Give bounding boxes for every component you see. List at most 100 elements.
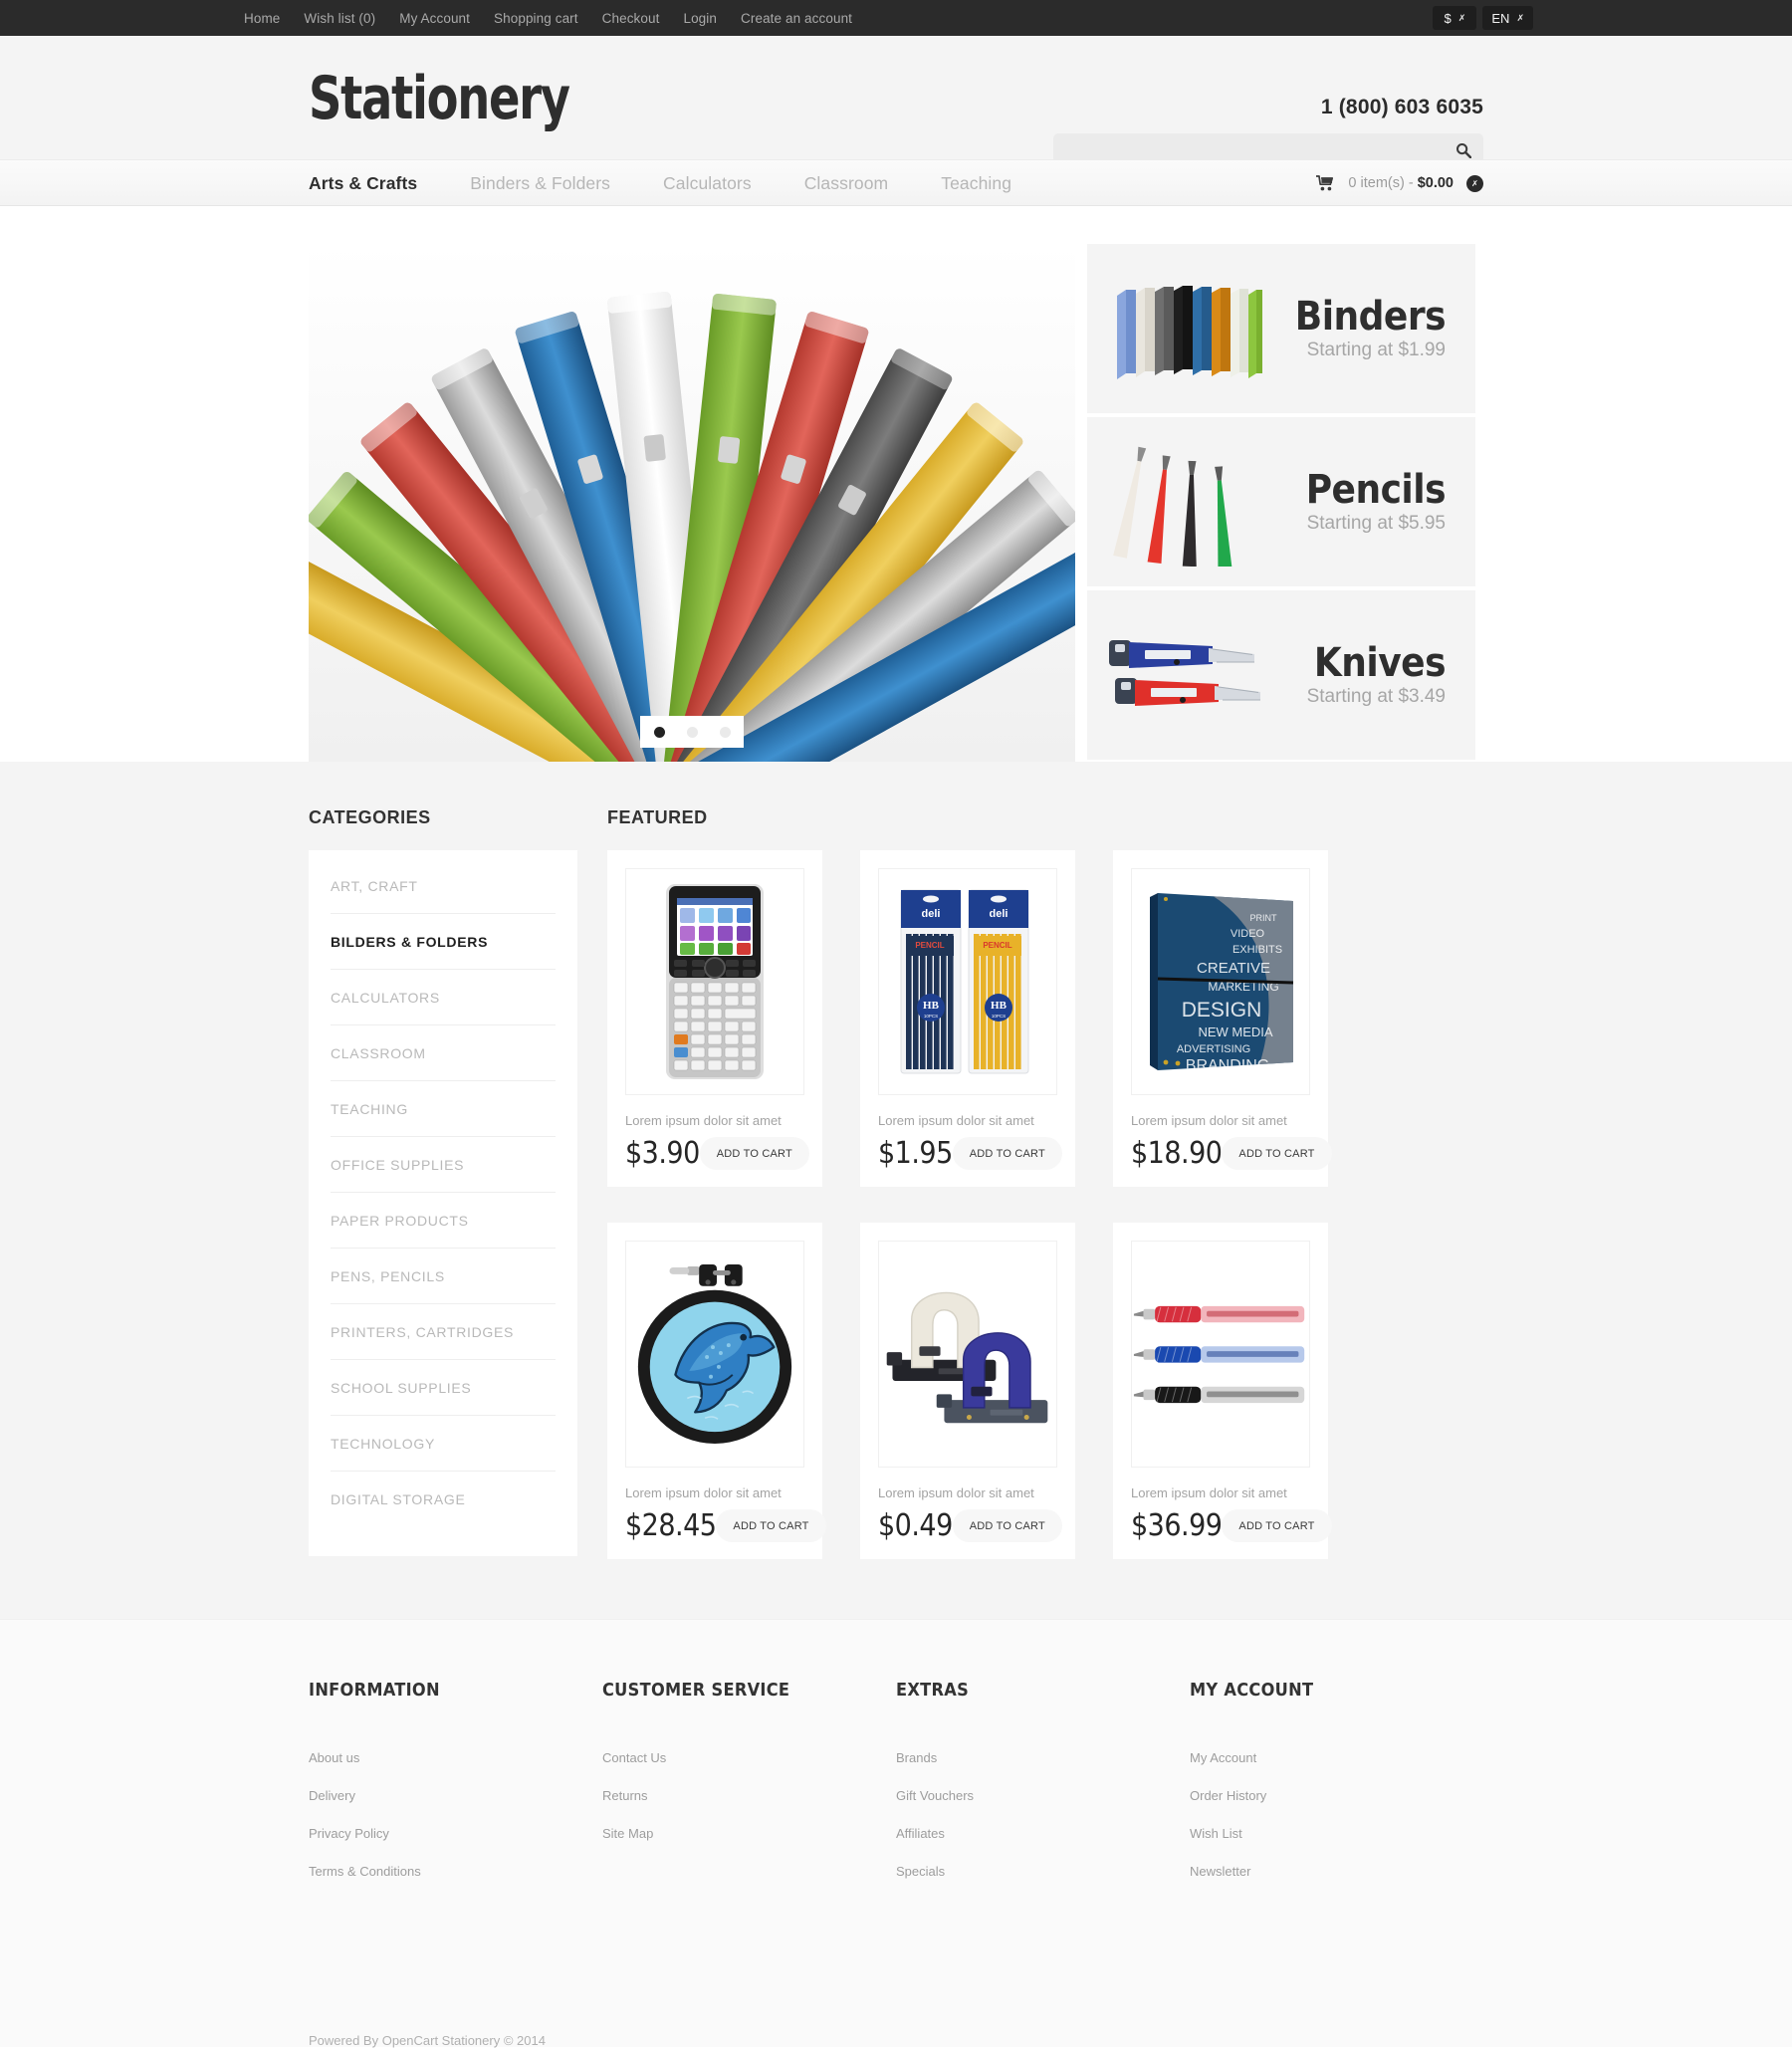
footer-link-gift-vouchers[interactable]: Gift Vouchers — [896, 1788, 1190, 1803]
product-price: $1.95 — [878, 1136, 953, 1171]
sidebar-item-office-supplies[interactable]: Office Supplies — [331, 1137, 556, 1193]
banner-subtitle: Starting at $3.49 — [1306, 686, 1446, 707]
slider-dot-3[interactable] — [719, 726, 731, 738]
banner-binders[interactable]: Binders Starting at $1.99 — [1087, 244, 1475, 413]
footer-link-contact-us[interactable]: Contact Us — [602, 1750, 896, 1765]
svg-text:DESIGN: DESIGN — [1182, 999, 1262, 1022]
product-card[interactable]: Lorem ipsum dolor sit amet $0.49 ADD TO … — [860, 1223, 1075, 1559]
product-price: $18.90 — [1131, 1136, 1223, 1171]
sidebar-item-calculators[interactable]: Calculators — [331, 970, 556, 1025]
nav-item-binders-folders[interactable]: Binders & Folders — [470, 173, 637, 194]
sidebar-item-technology[interactable]: Technology — [331, 1416, 556, 1472]
search-icon — [1456, 142, 1471, 158]
product-image: PRINT VIDEO EXHIBITS CREATIVE MARKETING … — [1131, 868, 1310, 1095]
footer-link-brands[interactable]: Brands — [896, 1750, 1190, 1765]
pencils-image — [1095, 437, 1279, 567]
footer-link-wish-list[interactable]: Wish List — [1190, 1826, 1483, 1841]
product-card[interactable]: PRINT VIDEO EXHIBITS CREATIVE MARKETING … — [1113, 850, 1332, 1187]
product-name: Lorem ipsum dolor sit amet — [625, 1485, 782, 1500]
topbar-link-my-account[interactable]: My Account — [399, 11, 470, 26]
site-header: Stationery 1 (800) 603 6035 — [0, 36, 1792, 166]
sidebar-title: Categories — [309, 807, 431, 827]
add-to-cart-button[interactable]: ADD TO CART — [699, 1137, 809, 1170]
footer-link-site-map[interactable]: Site Map — [602, 1826, 896, 1841]
topbar-link-checkout[interactable]: Checkout — [602, 11, 660, 26]
footer-link-order-history[interactable]: Order History — [1190, 1788, 1483, 1803]
banner-title: Knives — [1313, 640, 1447, 686]
nav-item-classroom[interactable]: Classroom — [804, 173, 916, 194]
sidebar-item-teaching[interactable]: Teaching — [331, 1081, 556, 1137]
add-to-cart-button[interactable]: ADD TO CART — [1222, 1137, 1332, 1170]
cart-widget[interactable]: 0 item(s) - $0.00 ✗ — [1316, 160, 1483, 206]
cart-dropdown-badge[interactable]: ✗ — [1466, 174, 1483, 192]
footer-link-my-account[interactable]: My Account — [1190, 1750, 1483, 1765]
slider-dot-2[interactable] — [686, 726, 698, 738]
sidebar-item-paper-products[interactable]: Paper Products — [331, 1193, 556, 1249]
cart-summary: 0 item(s) - $0.00 — [1348, 175, 1454, 191]
topbar-link-login[interactable]: Login — [683, 11, 717, 26]
product-grid: Lorem ipsum dolor sit amet $3.90 ADD TO … — [607, 850, 1483, 1559]
topbar-link-shopping-cart[interactable]: Shopping cart — [494, 11, 578, 26]
footer-link-returns[interactable]: Returns — [602, 1788, 896, 1803]
sidebar-item-printers-cartridges[interactable]: Printers, Cartridges — [331, 1304, 556, 1360]
banner-pencils[interactable]: Pencils Starting at $5.95 — [1087, 417, 1475, 586]
svg-text:10PCS: 10PCS — [992, 1014, 1006, 1019]
sidebar-item-digital-storage[interactable]: Digital Storage — [331, 1472, 556, 1526]
svg-text:PRINT: PRINT — [1250, 913, 1278, 923]
add-to-cart-button[interactable]: ADD TO CART — [1222, 1509, 1332, 1542]
footer-link-about-us[interactable]: About us — [309, 1750, 602, 1765]
footer-column-title: Customer Service — [602, 1680, 790, 1701]
sidebar-item-classroom[interactable]: Classroom — [331, 1025, 556, 1081]
footer-link-affiliates[interactable]: Affiliates — [896, 1826, 1190, 1841]
product-name: Lorem ipsum dolor sit amet — [625, 1113, 782, 1128]
footer-link-newsletter[interactable]: Newsletter — [1190, 1864, 1483, 1879]
footer-link-terms-conditions[interactable]: Terms & Conditions — [309, 1864, 602, 1879]
footer-column-my-account: My Account My Account Order History Wish… — [1190, 1680, 1483, 1902]
nav-item-arts-crafts[interactable]: Arts & Crafts — [309, 173, 444, 194]
product-card[interactable]: Lorem ipsum dolor sit amet $28.45 ADD TO… — [607, 1223, 826, 1559]
product-image — [625, 1241, 804, 1468]
svg-text:deli: deli — [990, 908, 1008, 920]
product-card[interactable]: deli PENCIL HB 10PCS deli PENCIL HB 10PC… — [860, 850, 1075, 1187]
product-price: $0.49 — [878, 1508, 953, 1543]
language-selector[interactable]: EN ✗ — [1482, 6, 1533, 30]
nav-item-calculators[interactable]: Calculators — [663, 173, 779, 194]
add-to-cart-button[interactable]: ADD TO CART — [716, 1509, 826, 1542]
sidebar-item-pens-pencils[interactable]: Pens, Pencils — [331, 1249, 556, 1304]
svg-text:HB: HB — [991, 1000, 1008, 1012]
topbar-link-home[interactable]: Home — [244, 11, 280, 26]
svg-text:EXHIBITS: EXHIBITS — [1232, 944, 1282, 956]
topbar-links: Home Wish list (0) My Account Shopping c… — [244, 0, 852, 36]
hero-slider[interactable] — [309, 244, 1075, 762]
hole-punch-image — [886, 1291, 1048, 1424]
product-price: $28.45 — [625, 1508, 717, 1543]
footer-link-delivery[interactable]: Delivery — [309, 1788, 602, 1803]
topbar-link-create-account[interactable]: Create an account — [741, 11, 852, 26]
currency-selector[interactable]: $ ✗ — [1433, 6, 1477, 30]
banner-title: Binders — [1294, 294, 1447, 340]
footer-link-specials[interactable]: Specials — [896, 1864, 1190, 1879]
nav-item-teaching[interactable]: Teaching — [941, 173, 1038, 194]
nav-links: Arts & Crafts Binders & Folders Calculat… — [309, 160, 1483, 206]
footer-column-extras: Extras Brands Gift Vouchers Affiliates S… — [896, 1680, 1190, 1902]
footer-column-information: Information About us Delivery Privacy Po… — [309, 1680, 602, 1902]
featured-section: Featured — [607, 807, 1483, 1559]
printed-binder-image: PRINT VIDEO EXHIBITS CREATIVE MARKETING … — [1150, 893, 1294, 1070]
banner-knives[interactable]: Knives Starting at $3.49 — [1087, 590, 1475, 760]
add-to-cart-button[interactable]: ADD TO CART — [952, 1509, 1062, 1542]
sidebar-item-school-supplies[interactable]: School Supplies — [331, 1360, 556, 1416]
banner-subtitle: Starting at $1.99 — [1306, 340, 1446, 360]
topbar-link-wishlist[interactable]: Wish list (0) — [304, 11, 375, 26]
footer-link-privacy-policy[interactable]: Privacy Policy — [309, 1826, 602, 1841]
product-card[interactable]: Lorem ipsum dolor sit amet $3.90 ADD TO … — [607, 850, 822, 1187]
banner-knives-text: Knives Starting at $3.49 — [1306, 640, 1447, 708]
language-label: EN — [1491, 10, 1510, 26]
add-to-cart-button[interactable]: ADD TO CART — [952, 1137, 1062, 1170]
svg-text:10PCS: 10PCS — [924, 1014, 938, 1019]
sidebar-item-bilders-folders[interactable]: Bilders & Folders — [331, 914, 556, 970]
slider-dot-1[interactable] — [653, 726, 665, 738]
sidebar-item-art-craft[interactable]: Art, Craft — [331, 858, 556, 914]
site-logo[interactable]: Stationery — [309, 64, 570, 133]
product-card[interactable]: Lorem ipsum dolor sit amet $36.99 ADD TO… — [1113, 1223, 1332, 1559]
product-image — [625, 868, 804, 1095]
